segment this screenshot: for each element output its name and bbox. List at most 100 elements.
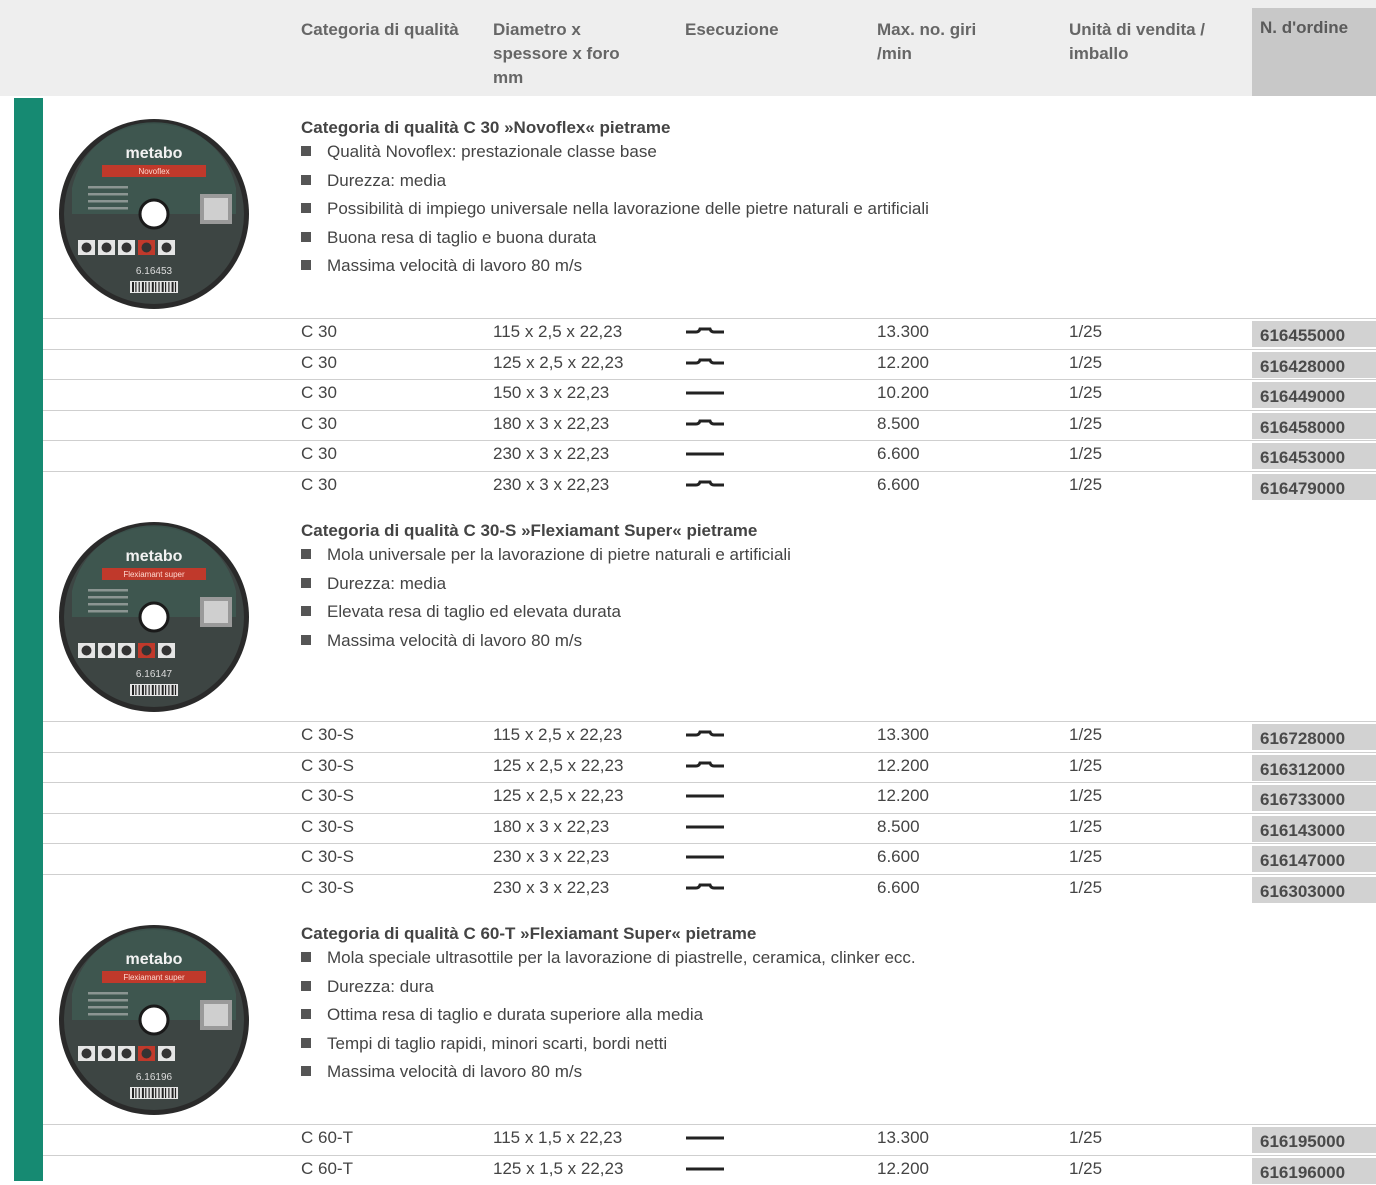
feature-item: Massima velocità di lavoro 80 m/s: [301, 627, 791, 656]
order-number-cell: 616195000: [1252, 1127, 1376, 1153]
straight-disc-icon: [685, 819, 725, 840]
table-row: C 60-T115 x 1,5 x 22,2313.3001/256161950…: [0, 1124, 1376, 1155]
bullet-square-icon: [301, 260, 311, 270]
table-row: C 60-T125 x 1,5 x 22,2312.2001/256161960…: [0, 1155, 1376, 1185]
cell-dimensions: 230 x 3 x 22,23: [493, 475, 609, 495]
feature-text: Durezza: media: [327, 171, 446, 190]
row-divider: [43, 782, 1376, 783]
disc-product: Novoflex: [138, 167, 169, 176]
table-header: Categoria di qualità Diametro x spessore…: [0, 0, 1376, 96]
cell-unit: 1/25: [1069, 1128, 1102, 1148]
feature-text: Mola speciale ultrasottile per la lavora…: [327, 948, 916, 967]
straight-disc-icon: [685, 1130, 725, 1151]
cell-category: C 30-S: [301, 878, 354, 898]
table-row: C 30125 x 2,5 x 22,2312.2001/25616428000: [0, 349, 1376, 380]
table-row: C 30-S180 x 3 x 22,238.5001/25616143000: [0, 813, 1376, 844]
cell-category: C 30: [301, 383, 337, 403]
disc-brand: metabo: [126, 951, 183, 968]
table-row: C 30-S115 x 2,5 x 22,2313.3001/256167280…: [0, 721, 1376, 752]
cell-category: C 30: [301, 353, 337, 373]
feature-text: Mola universale per la lavorazione di pi…: [327, 545, 791, 564]
bullet-square-icon: [301, 549, 311, 559]
row-divider: [43, 874, 1376, 875]
disc-brand: metabo: [126, 145, 183, 162]
disc-code: 6.16196: [136, 1072, 173, 1083]
cell-rpm: 13.300: [877, 725, 929, 745]
feature-item: Possibilità di impiego universale nella …: [301, 195, 929, 224]
row-divider: [43, 440, 1376, 441]
cell-dimensions: 125 x 2,5 x 22,23: [493, 756, 623, 776]
cell-unit: 1/25: [1069, 475, 1102, 495]
cutting-disc-image: metaboFlexiamant super6.16147: [58, 521, 250, 713]
cell-unit: 1/25: [1069, 756, 1102, 776]
cell-unit: 1/25: [1069, 414, 1102, 434]
order-number: 616733000: [1260, 790, 1345, 810]
order-number: 616428000: [1260, 357, 1345, 377]
bullet-square-icon: [301, 952, 311, 962]
depressed-center-disc-icon: [685, 477, 725, 498]
bullet-square-icon: [301, 1009, 311, 1019]
order-number: 616449000: [1260, 387, 1345, 407]
order-number-cell: 616728000: [1252, 724, 1376, 750]
bullet-square-icon: [301, 981, 311, 991]
cell-dimensions: 115 x 1,5 x 22,23: [493, 1128, 622, 1148]
row-divider: [43, 843, 1376, 844]
cutting-disc-image: metabo Novoflex 6.16453: [58, 118, 250, 310]
cell-rpm: 13.300: [877, 322, 929, 342]
feature-item: Qualità Novoflex: prestazionale classe b…: [301, 138, 929, 167]
order-number-cell: 616449000: [1252, 382, 1376, 408]
straight-disc-icon: [685, 849, 725, 870]
table-row: C 30-S230 x 3 x 22,236.6001/25616303000: [0, 874, 1376, 905]
bullet-square-icon: [301, 606, 311, 616]
order-number-cell: 616455000: [1252, 321, 1376, 347]
cutting-disc-image: metaboFlexiamant super6.16196: [58, 924, 250, 1116]
cell-dimensions: 230 x 3 x 22,23: [493, 847, 609, 867]
straight-disc-icon: [685, 788, 725, 809]
feature-list: Qualità Novoflex: prestazionale classe b…: [301, 138, 929, 281]
cell-category: C 30-S: [301, 786, 354, 806]
bullet-square-icon: [301, 635, 311, 645]
depressed-center-disc-icon: [685, 355, 725, 376]
order-number-cell: 616147000: [1252, 846, 1376, 872]
cell-unit: 1/25: [1069, 444, 1102, 464]
cell-unit: 1/25: [1069, 725, 1102, 745]
header-dimensions: Diametro x spessore x foro mm: [493, 18, 620, 90]
section-title: Categoria di qualità C 60-T »Flexiamant …: [301, 924, 756, 944]
product-section: metaboFlexiamant super6.16196 Categoria d…: [0, 904, 1376, 1185]
feature-text: Tempi di taglio rapidi, minori scarti, b…: [327, 1034, 667, 1053]
cell-category: C 30: [301, 414, 337, 434]
disc-product: Flexiamant super: [123, 570, 185, 579]
cell-dimensions: 125 x 2,5 x 22,23: [493, 353, 623, 373]
cell-unit: 1/25: [1069, 878, 1102, 898]
row-divider: [43, 721, 1376, 722]
header-order-cell: N. d'ordine: [1252, 8, 1376, 96]
cell-unit: 1/25: [1069, 847, 1102, 867]
table-row: C 30150 x 3 x 22,2310.2001/25616449000: [0, 379, 1376, 410]
depressed-center-disc-icon: [685, 324, 725, 345]
order-number: 616143000: [1260, 821, 1345, 841]
feature-item: Massima velocità di lavoro 80 m/s: [301, 252, 929, 281]
bullet-square-icon: [301, 1038, 311, 1048]
table-row: C 30-S125 x 2,5 x 22,2312.2001/256167330…: [0, 782, 1376, 813]
disc-code: 6.16453: [136, 266, 173, 277]
row-divider: [43, 752, 1376, 753]
feature-item: Durezza: dura: [301, 973, 916, 1002]
order-number: 616195000: [1260, 1132, 1345, 1152]
cell-category: C 60-T: [301, 1159, 353, 1179]
feature-item: Mola speciale ultrasottile per la lavora…: [301, 944, 916, 973]
cell-rpm: 6.600: [877, 475, 920, 495]
order-number-cell: 616312000: [1252, 755, 1376, 781]
row-divider: [43, 410, 1376, 411]
feature-text: Massima velocità di lavoro 80 m/s: [327, 256, 582, 275]
order-number: 616147000: [1260, 851, 1345, 871]
disc-code: 6.16147: [136, 669, 173, 680]
cell-rpm: 8.500: [877, 414, 920, 434]
header-execution: Esecuzione: [685, 18, 779, 42]
feature-text: Possibilità di impiego universale nella …: [327, 199, 929, 218]
feature-item: Buona resa di taglio e buona durata: [301, 224, 929, 253]
feature-text: Massima velocità di lavoro 80 m/s: [327, 1062, 582, 1081]
cell-unit: 1/25: [1069, 322, 1102, 342]
feature-list: Mola speciale ultrasottile per la lavora…: [301, 944, 916, 1087]
order-number-cell: 616453000: [1252, 443, 1376, 469]
cell-rpm: 12.200: [877, 1159, 929, 1179]
